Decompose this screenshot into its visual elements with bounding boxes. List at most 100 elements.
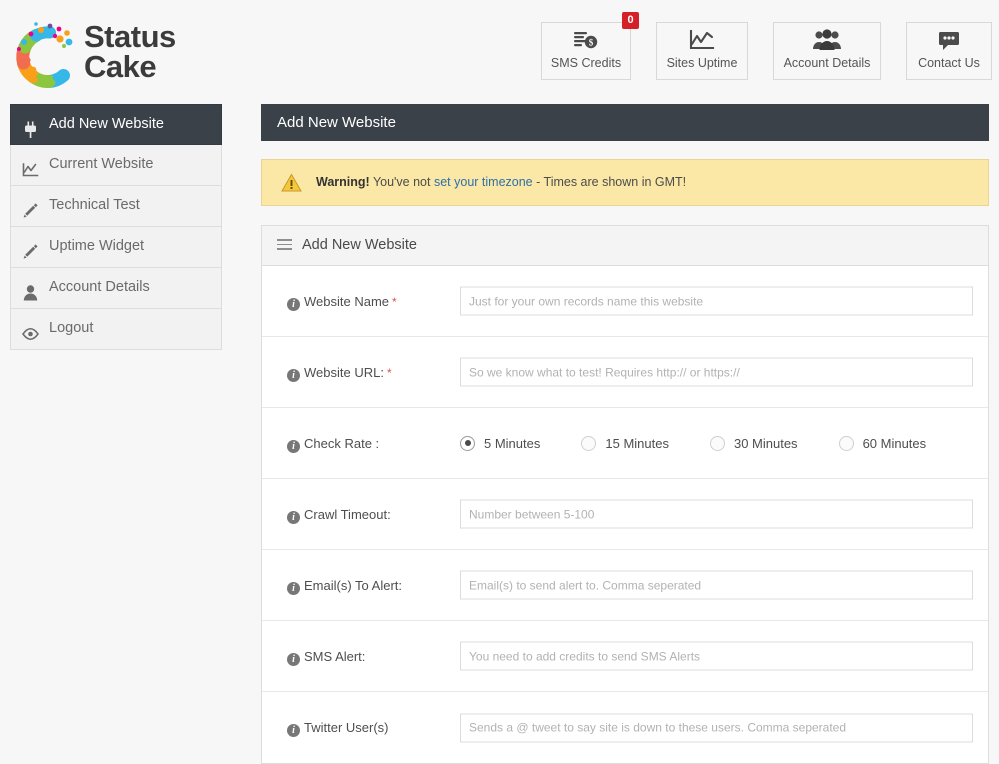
form-row-sms-alert: i SMS Alert: [262,621,988,692]
form-row-twitter-users: i Twitter User(s) [262,692,988,763]
radio-label: 5 Minutes [484,435,541,451]
eye-icon [22,320,39,340]
label-text: Twitter User(s) [304,720,389,735]
users-group-icon [774,28,880,56]
field-label-check-rate: i Check Rate : [287,408,379,478]
warning-message: Warning! You've not set your timezone - … [316,160,686,205]
info-icon[interactable]: i [287,440,300,453]
info-icon[interactable]: i [287,653,300,666]
brand-name-line2: Cake [84,49,157,84]
sidebar-item-label: Current Website [49,156,154,172]
panel-title: Add New Website [302,237,417,253]
timezone-warning-banner: Warning! You've not set your timezone - … [261,159,989,206]
panel-header: Add New Website [262,226,988,266]
page-title: Add New Website [261,104,989,141]
website-url-input[interactable] [460,357,973,387]
sidebar-item-current-website[interactable]: Current Website [10,145,222,186]
twitter-users-input[interactable] [460,713,973,742]
radio-dot[interactable] [838,435,854,451]
form-row-website-url: i Website URL: * [262,337,988,408]
set-timezone-link[interactable]: set your timezone [434,175,533,189]
nav-label-contact-us: Contact Us [918,56,980,70]
nav-button-contact-us[interactable]: Contact Us [906,22,992,80]
sidebar-item-account-details[interactable]: Account Details [10,268,222,309]
radio-option-5-minutes[interactable]: 5 Minutes [460,435,541,451]
radio-dot[interactable] [581,435,597,451]
sidebar-item-label: Logout [49,320,94,336]
radio-label: 60 Minutes [862,435,927,451]
sms-alert-input[interactable] [460,641,973,671]
label-text: Website Name [304,294,390,309]
hamburger-list-icon [277,239,292,252]
sms-credits-badge: 0 [622,12,639,29]
add-new-website-panel: Add New Website iWebsite Name* iWebsite … [261,225,989,764]
emails-to-alert-input[interactable] [460,570,973,600]
sidebar-item-add-new-website[interactable]: Add New Website [10,104,222,145]
info-icon[interactable]: i [287,724,300,737]
pencil-icon [22,238,39,259]
form-row-check-rate: i Check Rate : 5 Minutes 15 Minutes 30 Mi… [262,408,988,479]
warning-strong: Warning! [316,175,370,189]
label-text: Website URL: [304,365,384,380]
plug-icon [22,116,39,138]
main-content: Add New Website Warning! You've not set … [261,104,989,764]
speech-bubble-icon [907,28,991,56]
brand-logo[interactable]: Status Cake [11,17,221,89]
radio-option-60-minutes[interactable]: 60 Minutes [838,435,927,451]
field-label-twitter-users: i Twitter User(s) [287,692,389,763]
crawl-timeout-input[interactable] [460,499,973,529]
sidebar-item-label: Uptime Widget [49,238,145,254]
label-text: Crawl Timeout: [304,507,391,522]
form-row-crawl-timeout: i Crawl Timeout: [262,479,988,550]
sidebar-nav: Add New Website Current Website Technica… [10,104,222,350]
info-icon[interactable]: i [287,511,300,524]
field-label-website-url: i Website URL: * [287,337,392,407]
field-label-emails-to-alert: i Email(s) To Alert: [287,550,402,620]
sidebar-item-uptime-widget[interactable]: Uptime Widget [10,227,222,268]
coins-dollar-icon: $ [542,28,630,56]
warning-text-after: - Times are shown in GMT! [532,175,687,189]
label-text: Email(s) To Alert: [304,578,403,593]
required-asterisk: * [392,295,397,309]
nav-label-sms-credits: SMS Credits [550,56,622,70]
radio-dot[interactable] [709,435,725,451]
field-label-crawl-timeout: i Crawl Timeout: [287,479,391,549]
label-text: SMS Alert: [304,649,366,664]
nav-label-account-details: Account Details [783,56,871,70]
sidebar-item-label: Add New Website [49,116,164,132]
nav-label-sites-uptime: Sites Uptime [666,56,738,70]
field-label-sms-alert: i SMS Alert: [287,621,365,691]
sidebar-item-technical-test[interactable]: Technical Test [10,186,222,227]
website-name-input[interactable] [460,286,973,316]
statuscake-dots-logo-icon [11,20,79,88]
nav-button-account-details[interactable]: Account Details [773,22,881,80]
user-icon [22,279,39,301]
info-icon[interactable]: i [287,369,300,382]
line-chart-icon [657,28,747,56]
line-chart-icon [22,156,39,177]
top-header-bar: Status Cake 0 $ SMS Credits Sites Uptime… [0,0,999,101]
svg-text:$: $ [589,38,594,48]
sidebar-item-label: Account Details [49,279,150,295]
radio-option-30-minutes[interactable]: 30 Minutes [709,435,798,451]
nav-button-sites-uptime[interactable]: Sites Uptime [656,22,748,80]
label-text: Check Rate : [304,436,380,451]
field-label-website-name: i Website Name * [287,266,397,336]
brand-name: Status Cake [84,21,176,84]
form-row-emails-to-alert: i Email(s) To Alert: [262,550,988,621]
pencil-icon [22,197,39,218]
warning-text-before: You've not [372,175,434,189]
info-icon[interactable]: i [287,582,300,595]
check-rate-radio-group: 5 Minutes 15 Minutes 30 Minutes 60 Minut… [460,408,967,478]
radio-label: 30 Minutes [733,435,798,451]
form-row-website-name: i Website Name * [262,266,988,337]
required-asterisk: * [386,366,392,380]
sidebar-item-label: Technical Test [49,197,140,213]
sidebar-item-logout[interactable]: Logout [10,309,222,350]
radio-dot[interactable] [460,435,475,451]
radio-label: 15 Minutes [605,435,669,451]
nav-button-sms-credits[interactable]: 0 $ SMS Credits [541,12,639,80]
warning-triangle-icon [281,173,302,193]
info-icon[interactable]: i [287,298,300,311]
radio-option-15-minutes[interactable]: 15 Minutes [581,435,669,451]
